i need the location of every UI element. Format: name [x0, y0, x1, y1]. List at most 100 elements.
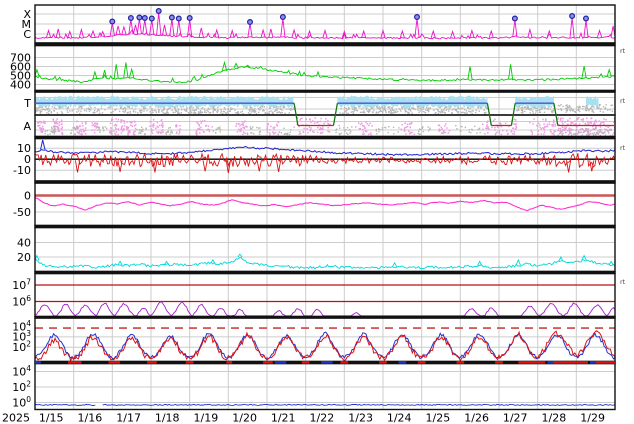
scatter-dot [486, 121, 488, 124]
scatter-dot [217, 106, 219, 108]
scatter-dot [44, 121, 46, 123]
scatter-dot [590, 129, 593, 131]
scatter-dot [201, 129, 203, 131]
scatter-dot [39, 124, 41, 127]
scatter-dot [115, 108, 117, 111]
scatter-dot [74, 133, 76, 136]
scatter-dot [393, 112, 395, 114]
date-tick-label: 1/22 [310, 412, 335, 424]
scatter-dot [440, 126, 442, 129]
screenshot-root: X M C 700 600 500 400 T A 10 0 -10 0 -50 40 20 107 106 104… [0, 0, 634, 424]
scatter-dot [197, 122, 199, 125]
scatter-dot [112, 118, 114, 121]
scatter-dot [302, 131, 305, 133]
date-tick-label: 1/16 [78, 412, 103, 424]
scatter-dot [521, 106, 523, 108]
scatter-dot [42, 122, 44, 124]
electron-flux-series [35, 301, 615, 317]
scatter-dot [361, 122, 363, 125]
scatter-dot [162, 131, 165, 133]
date-tick-label: 1/29 [580, 412, 605, 424]
scatter-dot [327, 122, 329, 125]
scatter-dot [130, 121, 132, 124]
scatter-dot [237, 123, 240, 125]
scatter-dot [314, 117, 316, 119]
scatter-dot [345, 112, 348, 114]
scatter-dot [138, 132, 140, 134]
scatter-dot [520, 107, 522, 109]
scatter-dot [581, 128, 583, 130]
scatter-dot [443, 109, 445, 111]
panel-separator [34, 135, 616, 140]
scatter-dot [273, 132, 275, 134]
scatter-dot [384, 107, 386, 110]
scatter-dot [45, 106, 47, 108]
axis-label: C [23, 28, 31, 41]
scatter-dot [344, 107, 346, 109]
scatter-dot [531, 131, 533, 133]
scatter-dot [137, 112, 139, 114]
scatter-dot [107, 106, 109, 109]
scatter-dot [207, 125, 210, 128]
scatter-dot [494, 129, 496, 131]
scatter-dot [288, 112, 290, 114]
scatter-dot [251, 132, 253, 134]
scatter-dot [40, 130, 42, 132]
scatter-dot [66, 107, 68, 110]
scatter-dot [427, 110, 430, 113]
scatter-dot [444, 125, 446, 127]
panel-border [34, 272, 616, 318]
scatter-dot [108, 131, 111, 133]
rt-label: rt [620, 144, 626, 152]
scatter-dot [70, 132, 72, 134]
scatter-dot [379, 108, 381, 111]
scatter-dot [141, 126, 143, 128]
scatter-dot [115, 124, 118, 127]
scatter-dot [110, 130, 112, 132]
scatter-dot [291, 108, 293, 111]
scatter-dot [570, 128, 572, 130]
scatter-dot [605, 118, 607, 121]
scatter-dot [610, 128, 612, 131]
scatter-dot [274, 131, 277, 134]
scatter-dot [389, 109, 392, 111]
scatter-dot [600, 108, 602, 110]
scatter-dot [561, 120, 564, 123]
scatter-dot [449, 108, 451, 110]
scatter-dot [420, 129, 422, 131]
scatter-dot [104, 126, 106, 128]
scatter-dot [590, 117, 593, 119]
axis-label: T [23, 97, 31, 110]
scatter-dot [496, 131, 498, 133]
scatter-dot [229, 110, 231, 113]
scatter-dot [586, 117, 588, 119]
scatter-dot [466, 112, 468, 114]
scatter-dot [441, 110, 443, 113]
scatter-dot [211, 126, 213, 128]
scatter-dot [591, 132, 593, 135]
scatter-dot [214, 131, 217, 134]
scatter-dot [145, 128, 147, 130]
scatter-dot [239, 125, 241, 127]
scatter-dot [252, 126, 254, 128]
scatter-dot [543, 133, 545, 136]
scatter-dot [56, 112, 59, 114]
scatter-dot [118, 110, 121, 113]
scatter-dot [153, 124, 155, 126]
scatter-dot [242, 112, 244, 115]
scatter-dot [549, 129, 552, 131]
date-tick-label: 1/28 [542, 412, 567, 424]
scatter-dot [469, 108, 471, 110]
scatter-dot [58, 124, 60, 126]
scatter-dot [569, 110, 571, 112]
scatter-dot [53, 133, 55, 135]
scatter-dot [392, 112, 394, 114]
scatter-dot [269, 133, 271, 136]
scatter-dot [421, 127, 423, 129]
scatter-dot [582, 119, 584, 121]
scatter-dot [381, 129, 383, 131]
scatter-dot [188, 107, 191, 109]
scatter-dot [548, 123, 551, 125]
scatter-dot [129, 112, 131, 114]
scatter-dot [224, 108, 226, 111]
